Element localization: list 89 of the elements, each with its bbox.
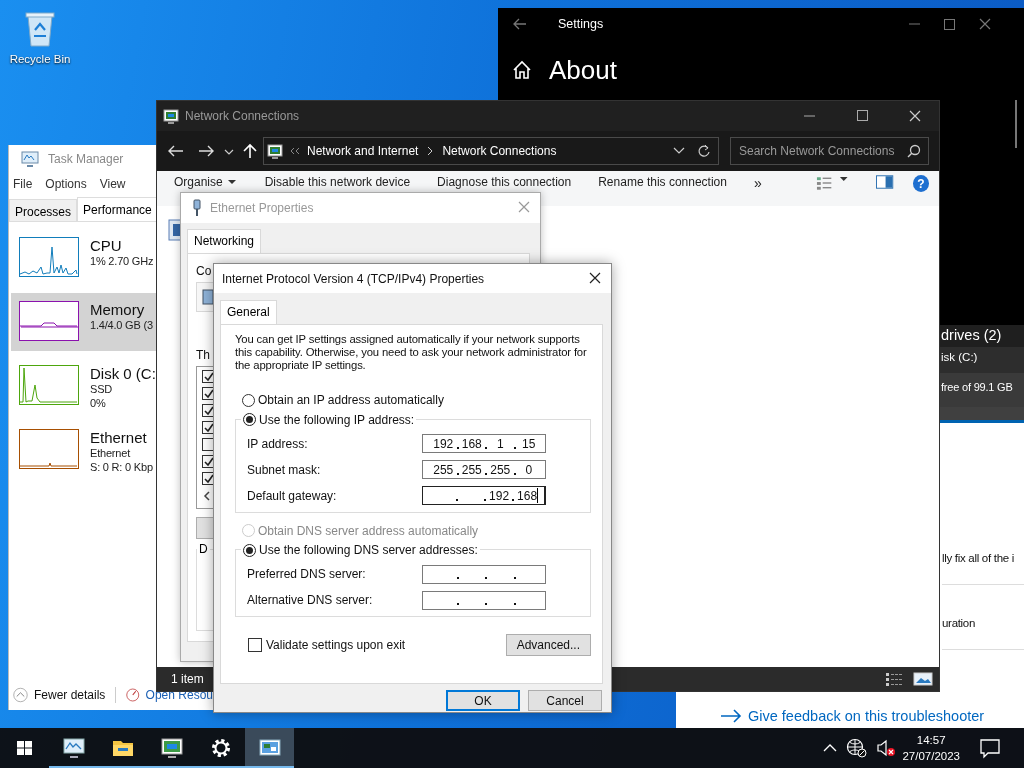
- checkbox[interactable]: Validate settings upon exit: [248, 638, 406, 652]
- item-count: 1 item: [171, 672, 204, 686]
- toolbar-button[interactable]: Disable this network device: [264, 175, 411, 189]
- window-title: Task Manager: [48, 152, 124, 166]
- menu-item[interactable]: View: [99, 177, 126, 191]
- description-text: You can get IP settings assigned automatically if your network supports this capability. Otherwise, you need to ask your network administrator for the appropriate IP settings.: [235, 333, 588, 372]
- task-manager-icon: [21, 151, 39, 167]
- close-button[interactable]: [589, 271, 603, 286]
- field-label: Alternative DNS server:: [247, 593, 374, 607]
- menu-item[interactable]: Options: [45, 177, 87, 191]
- dropdown-icon[interactable]: [672, 146, 686, 156]
- scroll-left-icon[interactable]: [202, 491, 212, 501]
- ip-address-field[interactable]: 192 168: [422, 486, 546, 505]
- network-cable-icon: [191, 199, 203, 217]
- breadcrumb-item[interactable]: Network Connections: [442, 144, 557, 158]
- speaker-muted-icon[interactable]: [876, 739, 897, 757]
- field-label: Default gateway:: [247, 488, 338, 503]
- field-label: Subnet mask:: [247, 462, 322, 477]
- network-folder-icon: [163, 108, 179, 124]
- caret-icon[interactable]: [838, 175, 850, 183]
- resource-detail: 1% 2.70 GHz: [90, 254, 154, 268]
- description-text: lly fix all of the i: [942, 551, 1015, 566]
- clock[interactable]: 14:57 27/07/2023: [902, 732, 960, 764]
- network-folder-icon: [267, 143, 283, 159]
- help-button[interactable]: ?: [912, 175, 929, 192]
- resource-name: Disk 0 (C:: [90, 365, 156, 382]
- dialog-button[interactable]: OK: [446, 690, 520, 711]
- resource-detail: S: 0 R: 0 Kbp: [90, 460, 153, 474]
- resource-name: CPU: [90, 237, 123, 254]
- field-label: IP address:: [247, 436, 309, 451]
- resource-name: Memory: [90, 301, 146, 318]
- ip-address-field[interactable]: 255 255 255 0: [422, 460, 546, 479]
- address-bar[interactable]: Network and Internet Network Connections: [263, 137, 719, 165]
- radio-button[interactable]: Obtain an IP address automatically: [242, 393, 444, 407]
- chevron-icon: [289, 146, 301, 156]
- back-icon[interactable]: [513, 18, 527, 30]
- radio-button[interactable]: Use the following IP address:: [243, 412, 415, 427]
- section-heading: drives (2): [938, 325, 1024, 347]
- field-label: Co: [196, 264, 212, 278]
- show-hidden-icons-button[interactable]: [822, 743, 839, 753]
- large-icons-view-button[interactable]: [913, 672, 933, 686]
- menu-item[interactable]: File: [13, 177, 33, 191]
- resource-monitor-icon: [126, 686, 140, 704]
- tab[interactable]: General: [220, 300, 277, 324]
- toolbar-button[interactable]: Diagnose this connection: [437, 175, 572, 189]
- resource-detail: 0%: [90, 396, 107, 410]
- advanced-button[interactable]: Advanced...: [505, 634, 591, 656]
- task-manager-icon: [61, 736, 86, 760]
- resource-detail: 1.4/4.0 GB (3: [90, 318, 153, 332]
- network-status-icon[interactable]: [846, 738, 869, 758]
- scrollbar[interactable]: [1015, 100, 1017, 148]
- field-label: Preferred DNS server:: [247, 567, 367, 581]
- breadcrumb-item[interactable]: Network and Internet: [307, 144, 419, 158]
- radio-button[interactable]: Use the following DNS server addresses:: [243, 543, 478, 557]
- preview-pane-icon[interactable]: [876, 175, 894, 189]
- ip-address-field[interactable]: [422, 564, 546, 584]
- ip-address-field[interactable]: 192 168 1 15: [422, 434, 546, 453]
- description-text: uration: [942, 616, 977, 631]
- window-title: Network Connections: [185, 109, 300, 123]
- field-label: Th: [196, 348, 210, 362]
- drive-name: isk (C:): [938, 347, 1024, 373]
- dialog-button[interactable]: Cancel: [528, 690, 602, 711]
- notifications-button[interactable]: [978, 737, 1002, 759]
- taskbar-button[interactable]: [245, 728, 294, 768]
- fewer-details-button[interactable]: Fewer details: [34, 688, 106, 702]
- toolbar-button[interactable]: Rename this connection: [598, 175, 727, 189]
- group-label: D: [197, 542, 210, 556]
- resource-name: Ethernet: [90, 429, 148, 446]
- window-title: Ethernet Properties: [210, 201, 314, 215]
- page-heading: About: [549, 54, 617, 86]
- arrow-icon: [720, 709, 742, 723]
- window-title: Settings: [558, 17, 604, 31]
- control-panel-icon: [159, 736, 184, 760]
- tab[interactable]: Processes: [9, 199, 78, 221]
- home-icon[interactable]: [511, 59, 533, 81]
- resource-detail: SSD: [90, 382, 114, 396]
- search-field[interactable]: Search Network Connections: [730, 137, 929, 165]
- tab[interactable]: Networking: [187, 229, 262, 253]
- drive-space: free of 99.1 GB: [938, 373, 1024, 407]
- details-view-button[interactable]: [885, 672, 903, 686]
- tab[interactable]: Performance: [77, 197, 158, 221]
- network-adapter-icon: [201, 288, 215, 306]
- more-button[interactable]: »: [753, 175, 762, 191]
- ip-address-field[interactable]: [422, 590, 546, 610]
- feedback-link[interactable]: Give feedback on this troubleshooter: [748, 708, 985, 724]
- view-options-icon[interactable]: [815, 175, 833, 191]
- window-title: Internet Protocol Version 4 (TCP/IPv4) Properties: [222, 271, 485, 286]
- resource-detail: Ethernet: [90, 446, 132, 460]
- menu-button[interactable]: Organise: [174, 175, 238, 189]
